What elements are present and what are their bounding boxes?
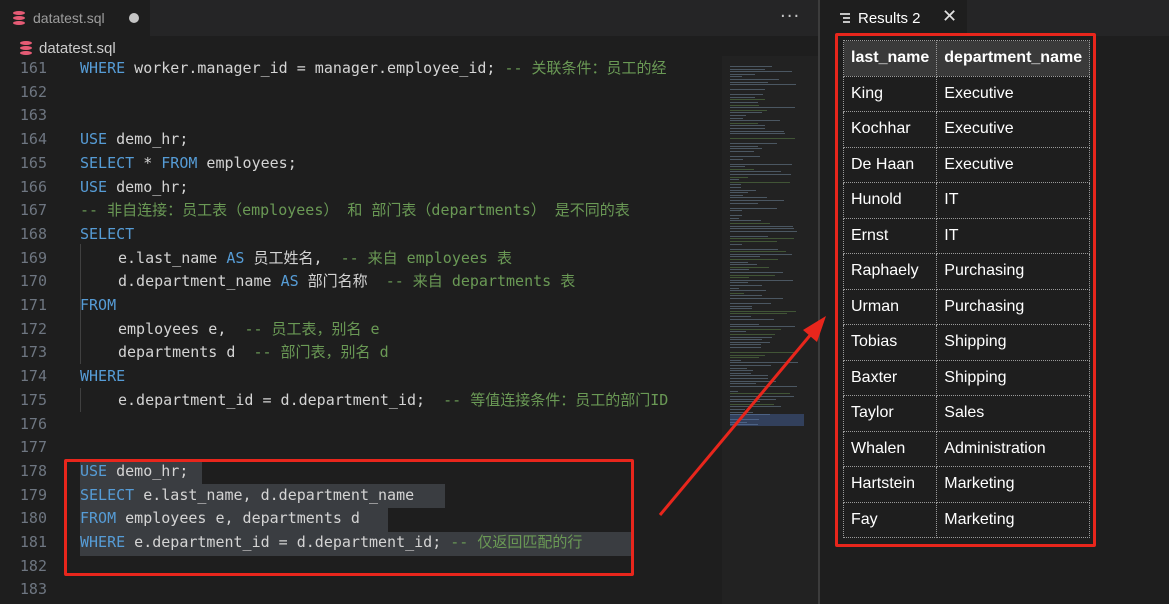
annotation-arrow [658,316,826,516]
arrow-shaft [658,332,814,516]
